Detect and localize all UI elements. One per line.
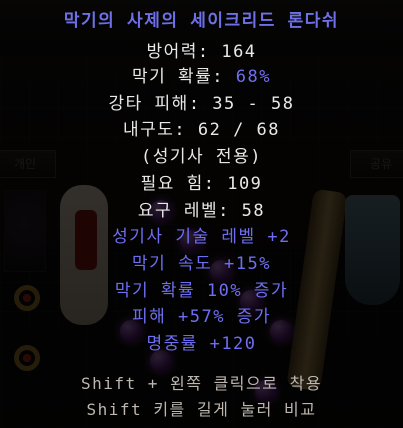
required-strength-value: 109 <box>227 174 263 194</box>
smite-label: 강타 피해: <box>108 94 213 114</box>
magic-property: 성기사 기술 레벨 +2 <box>112 227 291 247</box>
smite-value: 35 - 58 <box>212 94 295 114</box>
required-strength-label: 필요 힘: <box>140 174 228 194</box>
magic-property: 피해 +57% 증가 <box>132 307 271 327</box>
block-line: 막기 확률: 68% <box>0 62 403 87</box>
defense-value: 164 <box>221 42 257 62</box>
durability-label: 내구도: <box>122 120 198 140</box>
required-level-label: 요구 레벨: <box>137 201 242 221</box>
durability-value: 62 / 68 <box>197 120 281 140</box>
defense-label: 방어력: <box>146 42 222 62</box>
smite-line: 강타 피해: 35 - 58 <box>0 89 403 114</box>
block-value: 68% <box>235 67 271 87</box>
class-restriction: (성기사 전용) <box>141 147 262 167</box>
defense-line: 방어력: 164 <box>0 37 403 62</box>
durability-line: 내구도: 62 / 68 <box>0 115 403 140</box>
magic-property: 막기 속도 +15% <box>132 254 271 274</box>
required-strength-line: 필요 힘: 109 <box>0 169 403 194</box>
required-level-line: 요구 레벨: 58 <box>0 196 403 221</box>
block-label: 막기 확률: <box>132 67 236 87</box>
magic-property: 명중률 +120 <box>146 334 257 354</box>
item-name: 막기의 사제의 세이크리드 론다쉬 <box>63 11 340 31</box>
required-level-value: 58 <box>241 201 266 221</box>
compare-hint: Shift 키를 길게 눌러 비교 <box>86 400 317 419</box>
item-tooltip: 막기의 사제의 세이크리드 론다쉬 방어력: 164 막기 확률: 68% 강타… <box>0 0 403 428</box>
magic-property: 막기 확률 10% 증가 <box>114 281 289 301</box>
equip-hint: Shift + 왼쪽 클릭으로 착용 <box>80 374 323 393</box>
